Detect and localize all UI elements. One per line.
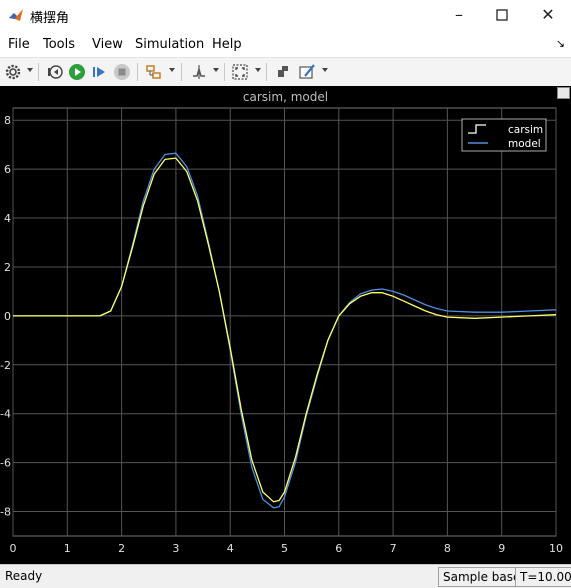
legend-label-carsim: carsim [508,124,543,136]
grid-lines [12,108,557,536]
y-tick-label: 4 [4,212,11,225]
y-tick-label: -2 [0,359,11,372]
y-tick-label: -8 [0,506,11,519]
x-tick-label: 9 [498,542,505,555]
x-tick-label: 10 [549,542,563,555]
y-tick-label: 6 [4,163,11,176]
x-tick-label: 8 [444,542,451,555]
x-tick-label: 6 [335,542,342,555]
x-tick-label: 1 [64,542,71,555]
y-tick-label: 8 [4,114,11,127]
x-tick-label: 2 [118,542,125,555]
status-ready: Ready [5,569,43,583]
status-time: T=10.000 [515,567,571,587]
yaw-angle-chart: 0 1 2 3 4 5 6 7 8 9 10 8 6 4 2 0 -2 -4 -6 -8 carsim model [0,107,563,555]
x-tick-label: 7 [390,542,397,555]
x-tick-label: 3 [172,542,179,555]
x-tick-label: 4 [227,542,234,555]
tick-labels: 0 1 2 3 4 5 6 7 8 9 10 8 6 4 2 0 -2 -4 -6 -8 [0,114,563,555]
legend: carsim model [461,118,547,152]
x-tick-label: 5 [281,542,288,555]
y-tick-label: -6 [0,457,11,470]
x-tick-label: 0 [10,542,17,555]
y-tick-label: -4 [0,408,11,421]
y-tick-label: 0 [4,310,11,323]
status-bar: Ready Sample based T=10.000 [0,564,571,588]
y-tick-label: 2 [4,261,11,274]
legend-label-model: model [508,138,541,150]
